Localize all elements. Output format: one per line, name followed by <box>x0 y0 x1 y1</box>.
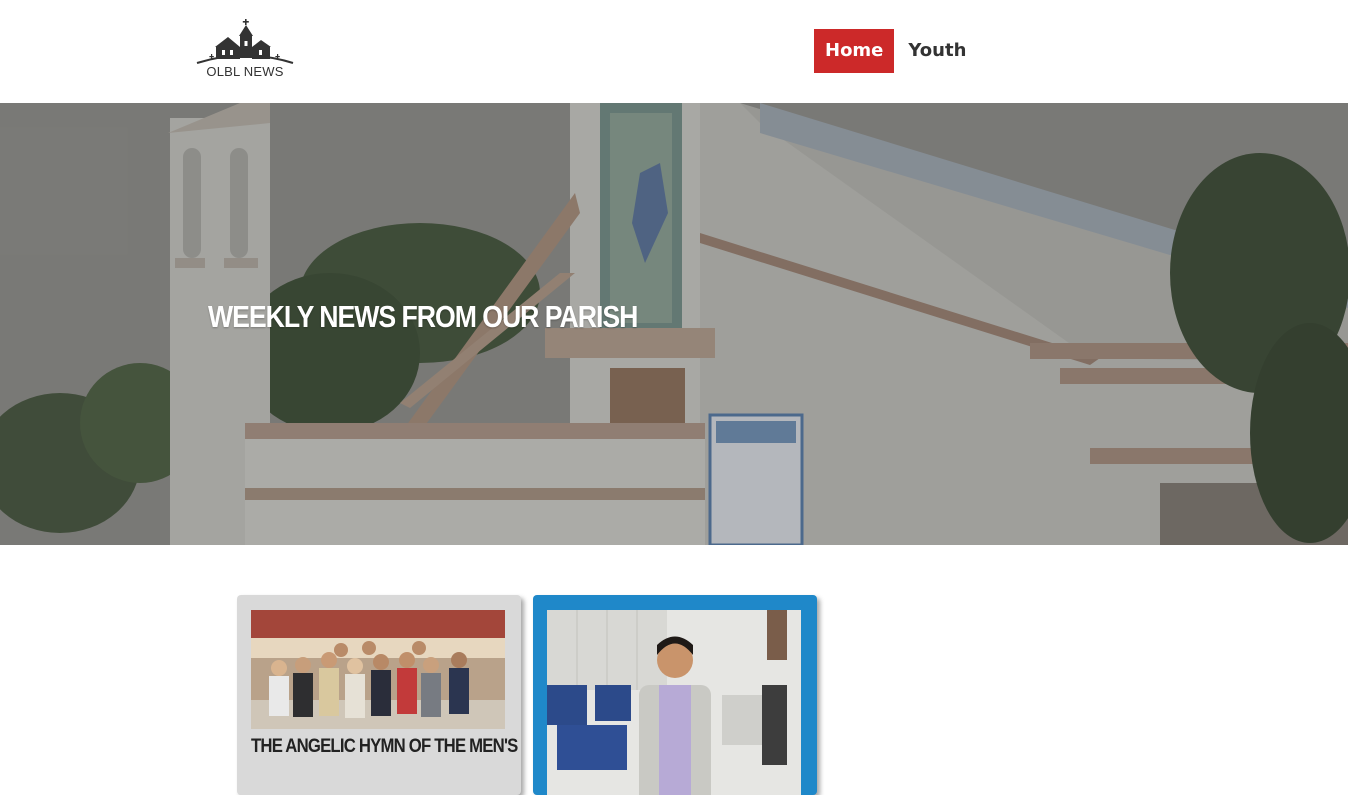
news-card[interactable]: THE ANGELIC HYMN OF THE MEN'S <box>237 595 521 795</box>
nav-home[interactable]: Home <box>814 29 895 73</box>
site-logo[interactable]: OLBL NEWS <box>195 14 295 82</box>
main-nav: Home Youth <box>814 29 977 73</box>
nav-youth[interactable]: Youth <box>894 29 977 73</box>
card-title: THE ANGELIC HYMN OF THE MEN'S <box>251 736 518 757</box>
news-card[interactable] <box>533 595 817 795</box>
card-image <box>547 610 801 795</box>
hero-banner: WEEKLY NEWS FROM OUR PARISH <box>0 103 1348 545</box>
site-header: OLBL NEWS Home Youth <box>0 0 1348 103</box>
card-image <box>251 610 505 729</box>
church-icon <box>196 19 294 64</box>
hero-overlay <box>0 103 1348 545</box>
hero-title: WEEKLY NEWS FROM OUR PARISH <box>208 299 638 334</box>
logo-text: OLBL NEWS <box>206 64 284 79</box>
